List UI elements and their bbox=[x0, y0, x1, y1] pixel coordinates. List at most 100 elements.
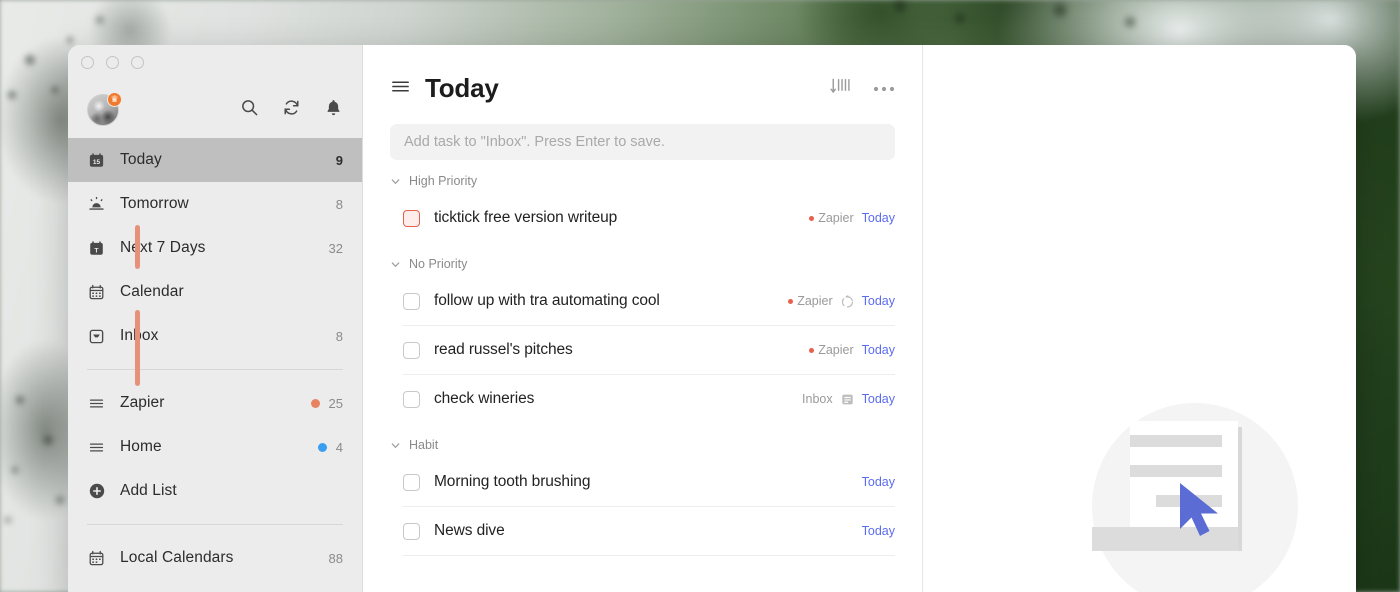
task-list-tag: Inbox bbox=[802, 392, 833, 406]
task-list-name: Zapier bbox=[818, 211, 854, 225]
group-label: No Priority bbox=[409, 257, 468, 271]
task-title: check wineries bbox=[434, 390, 535, 407]
task-list-tag: Zapier bbox=[809, 211, 854, 225]
list-color-dot bbox=[809, 347, 815, 353]
doc-line bbox=[1130, 435, 1222, 447]
sidebar-item-label: Next 7 Days bbox=[120, 239, 206, 256]
header-actions bbox=[830, 76, 895, 101]
task-checkbox[interactable] bbox=[403, 292, 420, 310]
calendar-grid-icon bbox=[87, 549, 106, 568]
task-meta: Zapier Today bbox=[788, 294, 895, 308]
calendar-grid-icon bbox=[87, 283, 106, 302]
window-traffic-lights bbox=[81, 56, 144, 69]
overdue-marker bbox=[135, 225, 140, 269]
task-due-date[interactable]: Today bbox=[862, 475, 895, 489]
sidebar-item-local-calendars[interactable]: Local Calendars 88 bbox=[68, 536, 362, 580]
task-title: News dive bbox=[434, 522, 505, 539]
task-meta: Zapier Today bbox=[809, 211, 895, 225]
task-list-name: Zapier bbox=[818, 343, 854, 357]
task-checkbox[interactable] bbox=[403, 341, 420, 359]
table-row[interactable]: Morning tooth brushing Today bbox=[403, 458, 895, 507]
group-header-no-priority[interactable]: No Priority bbox=[363, 243, 922, 277]
task-title: read russel's pitches bbox=[434, 341, 573, 358]
sidebar-item-inbox[interactable]: Inbox 8 bbox=[68, 314, 362, 358]
sidebar-navigation: 15 Today 9 Tomorrow 8 T Next 7 Days 32 C… bbox=[68, 138, 362, 580]
task-title: ticktick free version writeup bbox=[434, 209, 618, 226]
task-checkbox[interactable] bbox=[403, 390, 420, 408]
calendar-t-icon: T bbox=[87, 239, 106, 258]
list-icon bbox=[87, 438, 106, 457]
table-row[interactable]: News dive Today bbox=[403, 507, 895, 556]
task-due-date[interactable]: Today bbox=[862, 211, 895, 225]
account-actions bbox=[240, 98, 343, 122]
close-button[interactable] bbox=[81, 56, 94, 69]
list-color-dot bbox=[809, 215, 815, 221]
group-header-habit[interactable]: Habit bbox=[363, 424, 922, 458]
inbox-icon bbox=[87, 327, 106, 346]
chevron-down-icon bbox=[390, 176, 401, 187]
task-list-name: Zapier bbox=[797, 294, 833, 308]
bell-icon[interactable] bbox=[324, 98, 343, 122]
minimize-button[interactable] bbox=[106, 56, 119, 69]
task-meta: Inbox Today bbox=[802, 392, 895, 406]
sidebar-item-label: Today bbox=[120, 151, 162, 168]
task-title: Morning tooth brushing bbox=[434, 473, 591, 490]
sidebar-item-label: Tomorrow bbox=[120, 195, 189, 212]
table-row[interactable]: ticktick free version writeup Zapier Tod… bbox=[403, 194, 895, 243]
sidebar-item-count: 8 bbox=[335, 196, 343, 212]
sidebar-item-label: Calendar bbox=[120, 283, 184, 300]
sidebar-item-zapier[interactable]: Zapier 25 bbox=[68, 381, 362, 425]
cursor-icon bbox=[1180, 483, 1218, 536]
sidebar-divider bbox=[87, 524, 343, 525]
overdue-marker bbox=[135, 310, 140, 386]
sidebar-item-calendar[interactable]: Calendar bbox=[68, 270, 362, 314]
sidebar-item-label: Home bbox=[120, 438, 162, 455]
list-color-dot bbox=[310, 398, 320, 408]
group-header-high-priority[interactable]: High Priority bbox=[363, 160, 922, 194]
list-color-dot bbox=[317, 442, 327, 452]
task-due-date[interactable]: Today bbox=[862, 392, 895, 406]
sidebar-item-add-list[interactable]: Add List bbox=[68, 469, 362, 513]
task-due-date[interactable]: Today bbox=[862, 343, 895, 357]
group-label: High Priority bbox=[409, 174, 478, 188]
sidebar-item-today[interactable]: 15 Today 9 bbox=[68, 138, 362, 182]
add-task-input[interactable] bbox=[390, 124, 895, 160]
avatar[interactable]: ♛ bbox=[87, 91, 122, 126]
chevron-down-icon bbox=[390, 259, 401, 270]
sidebar-item-count: 8 bbox=[335, 328, 343, 344]
table-row[interactable]: check wineries Inbox Today bbox=[403, 375, 895, 424]
sidebar-item-home[interactable]: Home 4 bbox=[68, 425, 362, 469]
sidebar: ♛ 15 Today 9 Tomorrow 8 T Next 7 Days 32… bbox=[68, 45, 363, 592]
task-due-date[interactable]: Today bbox=[862, 524, 895, 538]
sidebar-item-tomorrow[interactable]: Tomorrow 8 bbox=[68, 182, 362, 226]
page-title: Today bbox=[425, 73, 499, 103]
task-checkbox[interactable] bbox=[403, 473, 420, 491]
calendar-15-icon: 15 bbox=[87, 151, 106, 170]
task-checkbox[interactable] bbox=[403, 522, 420, 540]
sort-icon[interactable] bbox=[830, 76, 851, 101]
table-row[interactable]: read russel's pitches Zapier Today bbox=[403, 326, 895, 375]
task-checkbox[interactable] bbox=[403, 209, 420, 227]
hamburger-icon[interactable] bbox=[390, 76, 411, 102]
task-list-tag: Zapier bbox=[809, 343, 854, 357]
app-window: ♛ 15 Today 9 Tomorrow 8 T Next 7 Days 32… bbox=[68, 45, 1356, 592]
sidebar-item-label: Local Calendars bbox=[120, 549, 234, 566]
sidebar-item-count: 88 bbox=[328, 550, 343, 566]
task-detail-pane bbox=[924, 45, 1356, 592]
sidebar-item-label: Zapier bbox=[120, 394, 165, 411]
task-due-date[interactable]: Today bbox=[862, 294, 895, 308]
main-header: Today bbox=[363, 45, 922, 104]
task-list-name: Inbox bbox=[802, 392, 833, 406]
more-horizontal-icon[interactable] bbox=[873, 80, 895, 98]
task-list-pane: Today Add task to "Inbox". Press Enter t… bbox=[363, 45, 923, 592]
zoom-button[interactable] bbox=[131, 56, 144, 69]
list-color-dot bbox=[788, 298, 794, 304]
table-row[interactable]: follow up with tra automating cool Zapie… bbox=[403, 277, 895, 326]
search-icon[interactable] bbox=[240, 98, 259, 122]
sidebar-item-label: Add List bbox=[120, 482, 177, 499]
sync-icon[interactable] bbox=[282, 98, 301, 122]
sidebar-item-next-7-days[interactable]: T Next 7 Days 32 bbox=[68, 226, 362, 270]
sidebar-item-count: 4 bbox=[335, 439, 343, 455]
task-meta: Today bbox=[862, 524, 895, 538]
task-meta: Zapier Today bbox=[809, 343, 895, 357]
